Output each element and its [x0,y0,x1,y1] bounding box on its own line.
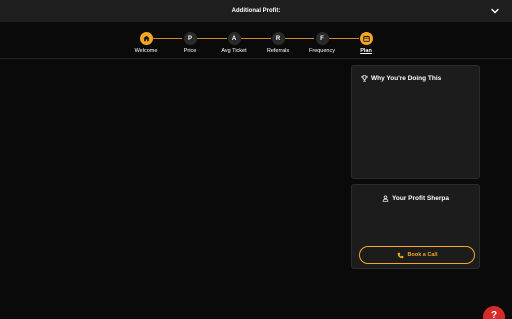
additional-profit-header[interactable]: Additional Profit: [0,0,512,22]
step-avg-ticket[interactable]: A Avg Ticket [209,32,259,54]
calendar-icon [359,32,373,45]
step-label: Avg Ticket [221,48,247,54]
step-letter: A [227,32,241,45]
help-button[interactable]: ? [483,306,505,319]
step-label: Welcome [134,48,158,54]
step-label: Plan [360,48,372,54]
step-label: Referrals [266,48,290,54]
why-card: Why You're Doing This [351,65,480,179]
home-icon [139,32,153,45]
book-a-call-button[interactable]: Book a Call [359,246,475,264]
trophy-icon [361,75,368,82]
book-a-call-label: Book a Call [407,252,438,258]
header-title: Additional Profit: [231,8,281,14]
step-letter: P [183,32,197,45]
step-label: Price [183,48,197,54]
user-icon [382,195,389,202]
sherpa-card-title-text: Your Profit Sherpa [392,195,449,202]
step-label: Frequency [309,48,335,54]
phone-icon [397,252,403,258]
why-card-title-text: Why You're Doing This [371,75,442,82]
step-welcome[interactable]: Welcome [121,32,171,54]
step-plan[interactable]: Plan [341,32,391,54]
profit-sherpa-card: Your Profit Sherpa Book a Call [351,184,480,269]
step-referrals[interactable]: R Referrals [253,32,303,54]
step-letter: R [271,32,285,45]
why-card-title: Why You're Doing This [361,75,441,82]
step-price[interactable]: P Price [165,32,215,54]
help-icon: ? [490,310,498,319]
progress-stepper: Welcome P Price A Avg Ticket R Referrals… [0,22,512,59]
chevron-down-icon[interactable] [490,6,500,16]
step-frequency[interactable]: F Frequency [297,32,347,54]
sherpa-card-title: Your Profit Sherpa [352,195,479,202]
step-letter: F [315,32,329,45]
